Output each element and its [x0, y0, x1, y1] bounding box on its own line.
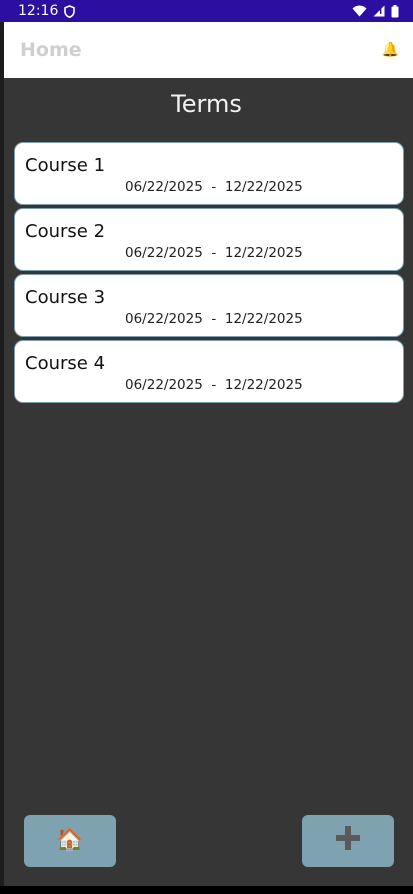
course-dates: 06/22/2025 - 12/22/2025: [125, 179, 303, 195]
wifi-icon: [352, 5, 367, 17]
course-list: Course 1 06/22/2025 - 12/22/2025 Course …: [14, 142, 404, 406]
status-right: [352, 4, 399, 18]
add-button[interactable]: [302, 815, 394, 867]
system-nav-bar: [0, 886, 413, 894]
course-dates: 06/22/2025 - 12/22/2025: [125, 311, 303, 327]
course-end-date: 12/22/2025: [224, 377, 303, 393]
course-title: Course 3: [25, 287, 106, 308]
home-button[interactable]: 🏠: [24, 815, 116, 867]
status-bar: 12:16: [0, 0, 413, 22]
plus-icon: [334, 824, 362, 858]
course-end-date: 12/22/2025: [224, 311, 303, 327]
course-dates: 06/22/2025 - 12/22/2025: [125, 245, 303, 261]
course-card[interactable]: Course 4 06/22/2025 - 12/22/2025: [14, 340, 404, 403]
app-title: Home: [20, 39, 82, 61]
battery-icon: [391, 4, 399, 18]
course-start-date: 06/22/2025: [125, 245, 203, 261]
course-card[interactable]: Course 2 06/22/2025 - 12/22/2025: [14, 208, 404, 271]
app-bar: Home 🔔: [4, 22, 413, 78]
left-edge: [0, 22, 4, 894]
course-end-date: 12/22/2025: [224, 245, 303, 261]
course-title: Course 1: [25, 155, 106, 176]
course-title: Course 2: [25, 221, 106, 242]
course-end-date: 12/22/2025: [224, 179, 303, 195]
course-start-date: 06/22/2025: [125, 311, 203, 327]
signal-icon: [373, 5, 385, 17]
status-time: 12:16: [18, 3, 59, 19]
course-card[interactable]: Course 3 06/22/2025 - 12/22/2025: [14, 274, 404, 337]
app-screen: 12:16 Home 🔔 Terms Course 1 06/22/2025 -…: [0, 0, 413, 894]
status-left: 12:16: [18, 3, 76, 19]
course-dates: 06/22/2025 - 12/22/2025: [125, 377, 303, 393]
course-start-date: 06/22/2025: [125, 377, 203, 393]
shield-icon: [64, 4, 76, 18]
course-card[interactable]: Course 1 06/22/2025 - 12/22/2025: [14, 142, 404, 205]
bell-icon[interactable]: 🔔: [382, 43, 399, 57]
page-title: Terms: [171, 90, 242, 118]
course-start-date: 06/22/2025: [125, 179, 203, 195]
house-icon: 🏠: [56, 828, 84, 853]
course-title: Course 4: [25, 353, 106, 374]
